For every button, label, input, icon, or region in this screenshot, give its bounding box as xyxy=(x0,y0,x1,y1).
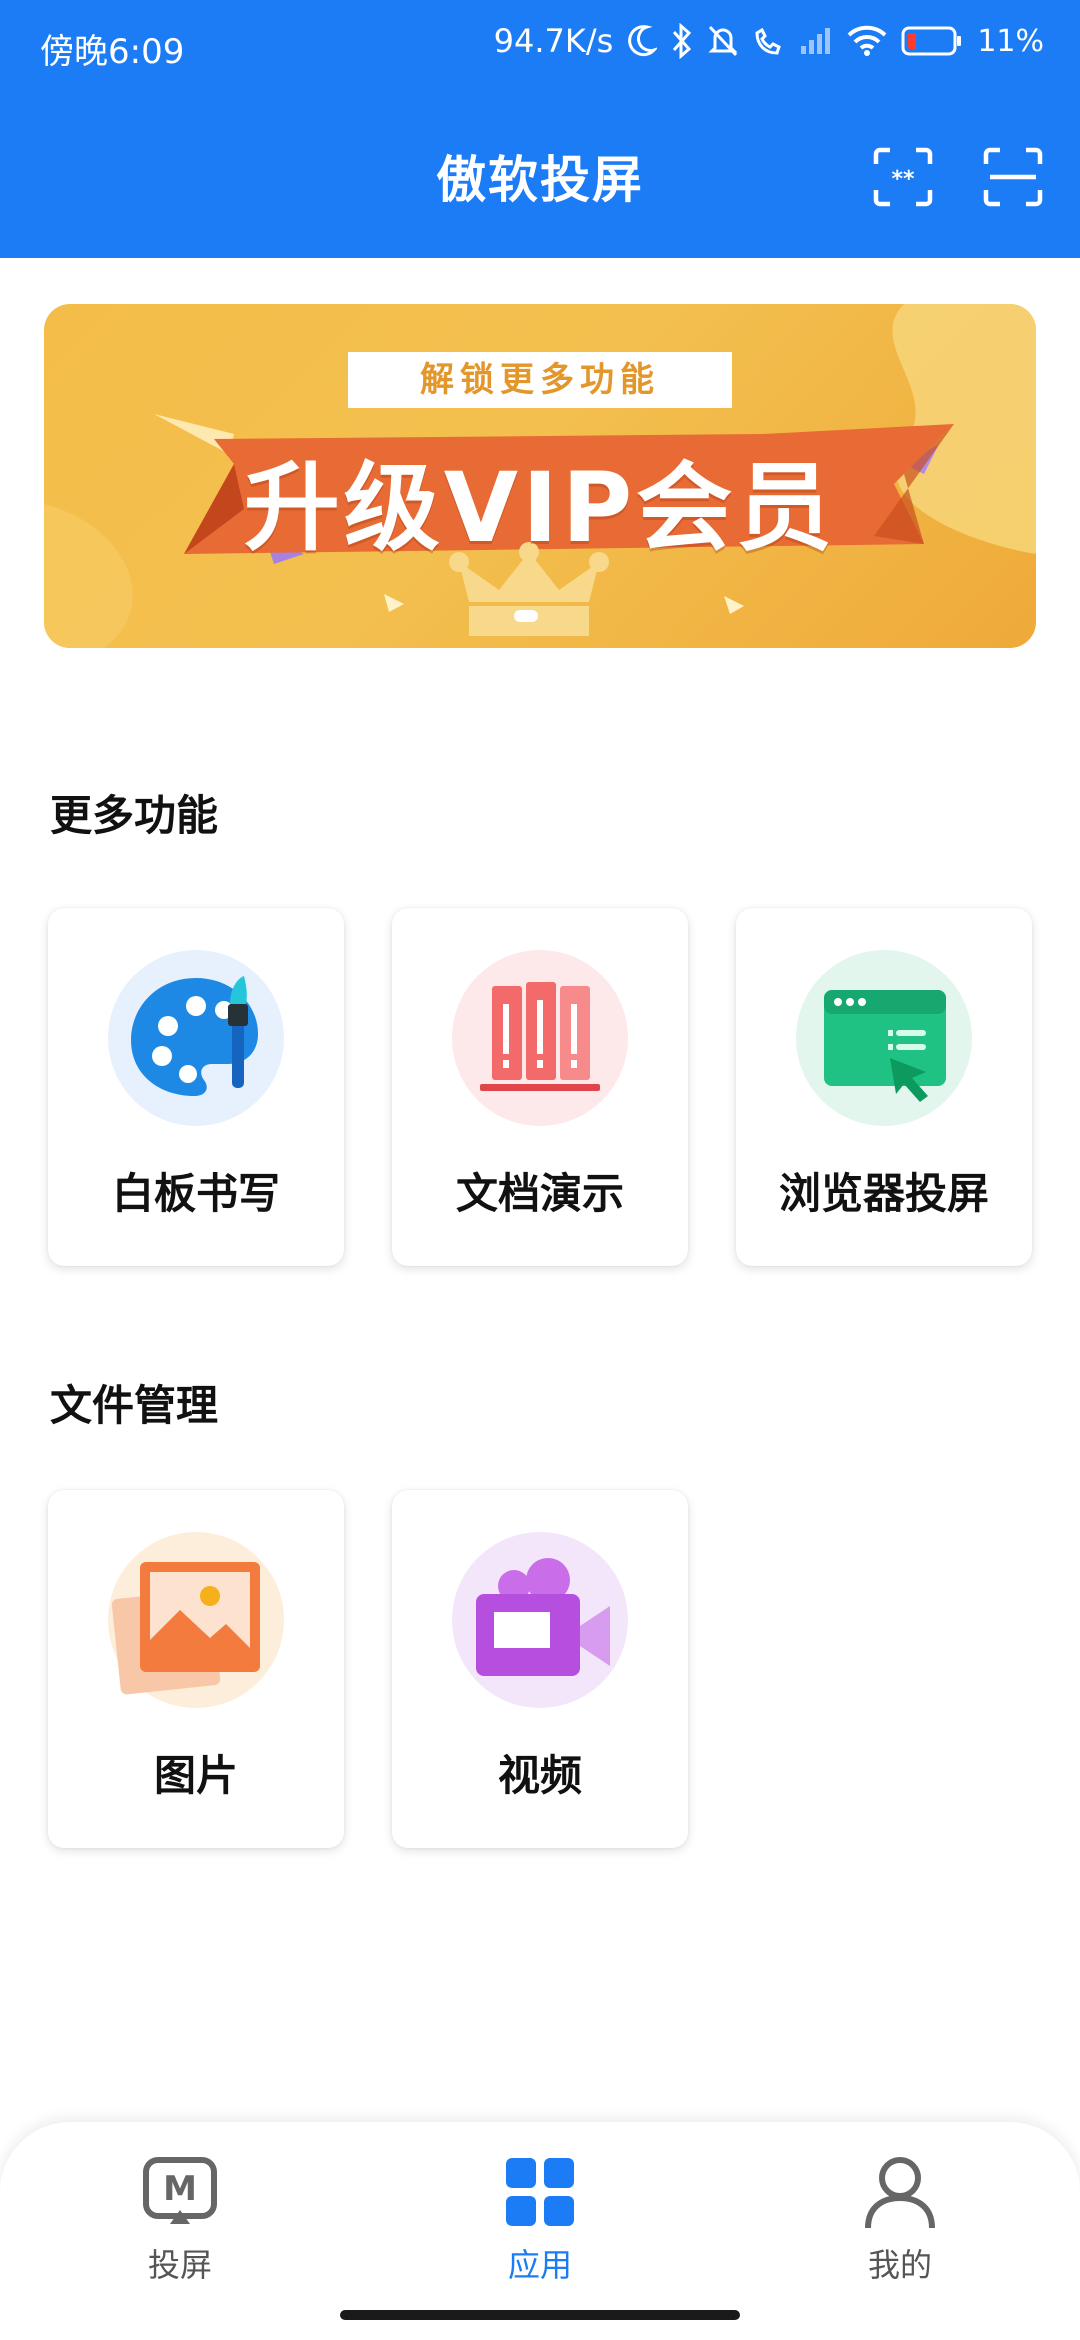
wifi-icon xyxy=(847,25,887,57)
nav-label: 应用 xyxy=(507,2246,572,2284)
battery-icon xyxy=(901,25,963,57)
status-time: 傍晚6:09 xyxy=(40,32,185,72)
home-indicator[interactable] xyxy=(340,2310,740,2320)
nav-label: 投屏 xyxy=(147,2246,212,2284)
call-icon xyxy=(753,25,785,57)
browser-icon xyxy=(796,950,972,1126)
video-camera-icon xyxy=(452,1532,628,1708)
feature-card-browser-cast[interactable]: 浏览器投屏 xyxy=(736,908,1032,1266)
svg-text:**: ** xyxy=(891,167,915,192)
mute-bell-icon xyxy=(707,24,739,58)
bottom-nav: M 投屏 应用 我的 xyxy=(0,2122,1080,2340)
user-icon xyxy=(865,2157,935,2229)
status-bar: 傍晚6:09 94.7K/s 11% xyxy=(0,0,1080,96)
signal-icon xyxy=(799,26,833,56)
feature-label: 白板书写 xyxy=(111,1169,280,1218)
qr-scan-icon[interactable] xyxy=(982,146,1044,208)
banner-headline: 升级VIP会员 xyxy=(243,452,837,564)
nav-item-profile[interactable]: 我的 xyxy=(800,2152,1000,2302)
feature-card-whiteboard[interactable]: 白板书写 xyxy=(48,908,344,1266)
cast-icon: M xyxy=(143,2157,217,2224)
file-label: 图片 xyxy=(153,1751,238,1800)
palette-icon xyxy=(108,950,284,1126)
feature-label: 浏览器投屏 xyxy=(778,1169,989,1218)
vip-banner[interactable]: 解锁更多功能 升级VIP会员 xyxy=(44,304,1036,648)
file-card-videos[interactable]: 视频 xyxy=(392,1490,688,1848)
svg-text:M: M xyxy=(163,2169,197,2209)
feature-card-document[interactable]: 文档演示 xyxy=(392,908,688,1266)
moon-icon xyxy=(627,24,658,58)
nav-label: 我的 xyxy=(867,2246,932,2284)
battery-percent: 11% xyxy=(977,23,1044,59)
file-label: 视频 xyxy=(497,1751,582,1800)
status-icons: 94.7K/s 11% xyxy=(494,22,1044,60)
nav-item-cast[interactable]: M 投屏 xyxy=(80,2152,280,2302)
file-card-images[interactable]: 图片 xyxy=(48,1490,344,1848)
section-title-file-management: 文件管理 xyxy=(50,1381,219,1430)
bluetooth-icon xyxy=(671,23,693,59)
feature-label: 文档演示 xyxy=(455,1169,624,1218)
app-screen: 傍晚6:09 94.7K/s 11% 傲软投屏 ** 解锁更多功能 升级VIP会… xyxy=(0,0,1080,2340)
apps-grid-icon xyxy=(506,2158,574,2226)
network-speed: 94.7K/s xyxy=(493,22,614,60)
books-icon xyxy=(452,950,628,1126)
pin-code-scan-icon[interactable]: ** xyxy=(872,146,934,208)
image-icon xyxy=(108,1532,284,1708)
banner-tag: 解锁更多功能 xyxy=(348,352,732,408)
app-header: 傍晚6:09 94.7K/s 11% 傲软投屏 ** xyxy=(0,0,1080,258)
section-title-more-features: 更多功能 xyxy=(50,791,219,840)
nav-item-apps[interactable]: 应用 xyxy=(440,2152,640,2302)
